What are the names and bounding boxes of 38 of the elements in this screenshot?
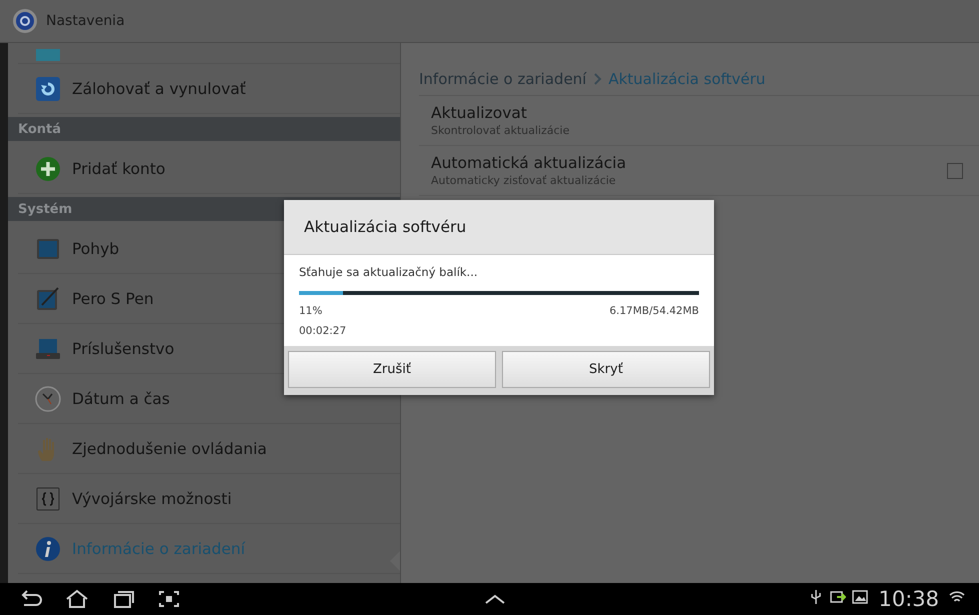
- checkbox[interactable]: [947, 162, 963, 178]
- home-icon[interactable]: [64, 589, 90, 609]
- dialog-title: Aktualizácia softvéru: [284, 200, 714, 255]
- sidebar-item-label: Pridať konto: [72, 160, 166, 178]
- screenshot-icon[interactable]: [156, 589, 182, 609]
- clock-icon: [34, 384, 62, 412]
- setting-title: Aktualizovat: [431, 104, 528, 122]
- sidebar-item-label: Zálohovať a vynulovať: [72, 80, 246, 98]
- progress-percent: 11%: [299, 305, 322, 317]
- hide-button[interactable]: Skryť: [502, 351, 710, 388]
- breadcrumb-parent[interactable]: Informácie o zariadení: [419, 70, 586, 88]
- clock-time: 10:38: [878, 587, 939, 611]
- sidebar-item-label: Zjednodušenie ovládania: [72, 440, 267, 458]
- picture-icon: [852, 589, 868, 605]
- section-title: Systém: [18, 202, 72, 216]
- cloud-settings-icon: [34, 49, 62, 63]
- sidebar-item-label: Dátum a čas: [72, 390, 170, 408]
- sidebar-item-label: Pohyb: [72, 240, 120, 258]
- sidebar-item[interactable]: Vývojárske možnosti: [18, 474, 400, 524]
- download-size: 6.17MB/54.42MB: [609, 305, 699, 317]
- gear-icon: [12, 8, 38, 34]
- braces-icon: [34, 484, 62, 512]
- sidebar-item[interactable]: Zjednodušenie ovládania: [18, 424, 400, 474]
- sidebar-item-label: Príslušenstvo: [72, 340, 174, 358]
- info-icon: [34, 534, 62, 562]
- sidebar-item[interactable]: Zálohovať a vynulovať: [18, 64, 400, 114]
- elapsed-time: 00:02:27: [299, 325, 346, 337]
- screen-title: Nastavenia: [46, 13, 125, 29]
- sidebar-item[interactable]: Pridať konto: [18, 144, 400, 194]
- setting-title: Automatická aktualizácia: [431, 154, 628, 172]
- chevron-icon: [592, 73, 602, 85]
- cancel-button[interactable]: Zrušiť: [288, 351, 496, 388]
- sidebar-item-label: Informácie o zariadení: [72, 540, 246, 558]
- plus-icon: [34, 154, 62, 182]
- breadcrumb-current: Aktualizácia softvéru: [608, 70, 766, 88]
- sidebar-item-label: Pero S Pen: [72, 290, 154, 308]
- section-title: Kontá: [18, 122, 62, 136]
- sidebar-item-label: Vývojárske možnosti: [72, 490, 232, 508]
